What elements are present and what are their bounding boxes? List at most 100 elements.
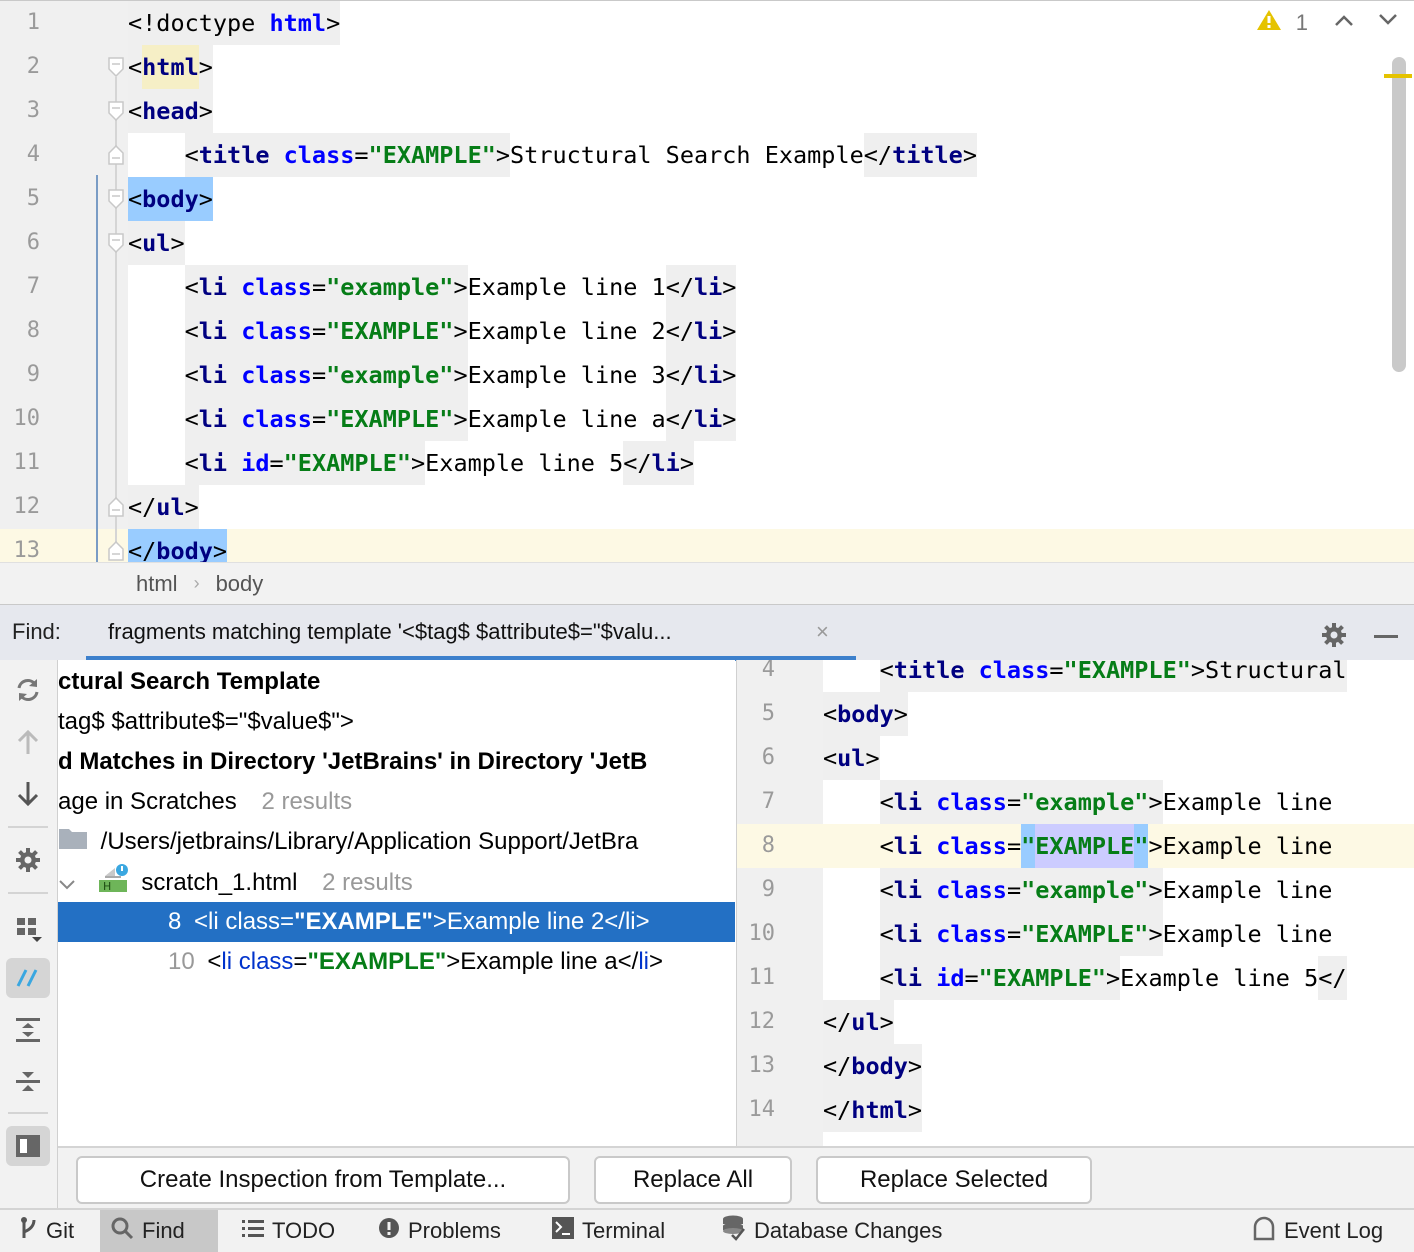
expand-all-icon[interactable] [6,1010,50,1050]
editor-line[interactable]: 10 <li class="EXAMPLE">Example line a</l… [0,397,1414,441]
next-highlighted-error-icon[interactable] [1378,13,1398,32]
breadcrumb-item-html[interactable]: html [136,571,178,597]
editor-line[interactable]: 5 <body> [0,177,1414,221]
preview-line-number: 11 [748,965,776,990]
line-number[interactable]: 4 [0,133,40,177]
find-tab[interactable]: fragments matching template '<$tag$ $att… [86,605,856,661]
line-number[interactable]: 5 [0,177,40,221]
code-token: "EXAMPLE" [368,133,496,177]
preview-panel-toggle-icon[interactable] [6,1126,50,1166]
create-inspection-button[interactable]: Create Inspection from Template... [76,1156,570,1204]
rerun-icon[interactable] [6,670,50,710]
code-token: < [184,441,199,485]
editor-line[interactable]: 8 <li class="EXAMPLE">Example line 2</li… [0,309,1414,353]
preview-line[interactable]: 7 <li class="example">Example line [737,780,1414,824]
tree-node-directory[interactable]: /Users/jetbrains/Library/Application Sup… [58,822,735,862]
fold-end-icon[interactable] [108,496,124,517]
editor-line[interactable]: 6 <ul> [0,221,1414,265]
editor-line[interactable]: 7 <li class="example">Example line 1</li… [0,265,1414,309]
replace-selected-button[interactable]: Replace Selected [816,1156,1092,1204]
editor-line[interactable]: 12 </ul> [0,485,1414,529]
result-row[interactable]: 10 <li class="EXAMPLE">Example line a</l… [58,942,735,982]
gear-icon[interactable] [1320,621,1348,654]
editor-line[interactable]: 2 <html> [0,45,1414,89]
tool-window-event-log[interactable]: Event Log [1242,1210,1393,1252]
tree-node-template[interactable]: tag$ $attribute$="$value$"> [58,702,735,742]
settings-icon[interactable] [6,840,50,880]
replace-all-button[interactable]: Replace All [594,1156,792,1204]
editor-line[interactable]: 3 <head> [0,89,1414,133]
fold-collapse-icon[interactable] [108,57,124,78]
preview-line[interactable]: 5 <body> [737,692,1414,736]
fold-collapse-icon[interactable] [108,189,124,210]
problems-icon [378,1217,400,1245]
group-by-icon[interactable] [6,908,50,948]
preview-line[interactable]: 11 <li id="EXAMPLE">Example line 5</ [737,956,1414,1000]
breadcrumb-item-body[interactable]: body [216,571,264,597]
close-tab-icon[interactable]: × [816,619,829,645]
code-token: > [879,1000,894,1044]
code-token: < [879,912,894,956]
usage-preview-editor[interactable]: 4 <title class="EXAMPLE">Structural 5 <bod… [736,660,1414,1146]
toolbar-separator [8,826,48,828]
preview-line[interactable]: 12 </ul> [737,1000,1414,1044]
code-token: < [184,353,199,397]
collapse-all-icon[interactable] [6,1062,50,1102]
result-row[interactable]: 8 <li class="EXAMPLE">Example line 2</li… [58,902,735,942]
preview-line[interactable]: 4 <title class="EXAMPLE">Structural [737,660,1414,692]
line-number[interactable]: 6 [0,221,40,265]
editor-line[interactable]: 13 </body> [0,529,1414,562]
tool-window-terminal[interactable]: Terminal [542,1210,675,1252]
tool-window-database-changes[interactable]: Database Changes [712,1210,952,1252]
line-number[interactable]: 11 [0,441,41,485]
line-number[interactable]: 7 [0,265,40,309]
preview-line-number: 12 [748,1009,776,1034]
code-token: > [1148,912,1163,956]
line-number[interactable]: 10 [0,397,41,441]
preview-usages-icon[interactable] [6,958,50,998]
editor-line[interactable]: 1 <!doctype html> [0,1,1414,45]
tree-node-usage-group[interactable]: age in Scratches 2 results [58,782,735,822]
chevron-down-icon[interactable] [58,864,82,904]
fold-end-icon[interactable] [108,540,124,561]
line-number[interactable]: 1 [0,1,40,45]
warning-icon[interactable] [1256,9,1282,36]
tool-window-problems[interactable]: Problems [368,1210,511,1252]
minimize-icon[interactable] [1374,635,1398,638]
editor-vertical-scrollbar[interactable] [1392,57,1406,372]
preview-line[interactable]: 13 </body> [737,1044,1414,1088]
line-number[interactable]: 2 [0,45,40,89]
tool-window-git[interactable]: Git [10,1210,84,1252]
tree-node-template-header[interactable]: ctural Search Template [58,662,735,702]
line-number[interactable]: 8 [0,309,40,353]
preview-line[interactable]: 6 <ul> [737,736,1414,780]
line-number[interactable]: 9 [0,353,40,397]
fold-end-icon[interactable] [108,144,124,165]
code-token: ul [142,221,171,265]
previous-occurrence-icon[interactable] [6,722,50,762]
search-icon [110,1216,134,1246]
preview-line[interactable]: 14 </html> [737,1088,1414,1132]
code-token: id [936,956,965,1000]
tree-node-file[interactable]: H scratch_1.html 2 results [58,862,735,902]
line-number[interactable]: 3 [0,89,40,133]
results-tree[interactable]: ctural Search Template tag$ $attribute$=… [58,660,735,1146]
warning-stripe-marker[interactable] [1384,74,1412,78]
previous-highlighted-error-icon[interactable] [1334,13,1354,32]
line-number[interactable]: 13 [0,529,41,562]
tree-node-scope[interactable]: d Matches in Directory 'JetBrains' in Di… [58,742,735,782]
editor-line[interactable]: 9 <li class="example">Example line 3</li… [0,353,1414,397]
code-editor[interactable]: 1 <!doctype html> 2 <html> 3 <head> 4 <title c… [0,0,1414,562]
fold-collapse-icon[interactable] [108,233,124,254]
preview-line[interactable]: 9 <li class="example">Example line [737,868,1414,912]
tool-window-todo[interactable]: TODO [232,1210,345,1252]
editor-line[interactable]: 4 <title class="EXAMPLE">Structural Sear… [0,133,1414,177]
next-occurrence-icon[interactable] [6,774,50,814]
tool-window-find[interactable]: Find [100,1210,218,1252]
preview-line[interactable]: 8 <li class="EXAMPLE">Example line [737,824,1414,868]
preview-line[interactable]: 10 <li class="EXAMPLE">Example line [737,912,1414,956]
line-number[interactable]: 12 [0,485,41,529]
editor-line[interactable]: 11 <li id="EXAMPLE">Example line 5</li> [0,441,1414,485]
fold-collapse-icon[interactable] [108,101,124,122]
code-token: > [184,485,199,529]
